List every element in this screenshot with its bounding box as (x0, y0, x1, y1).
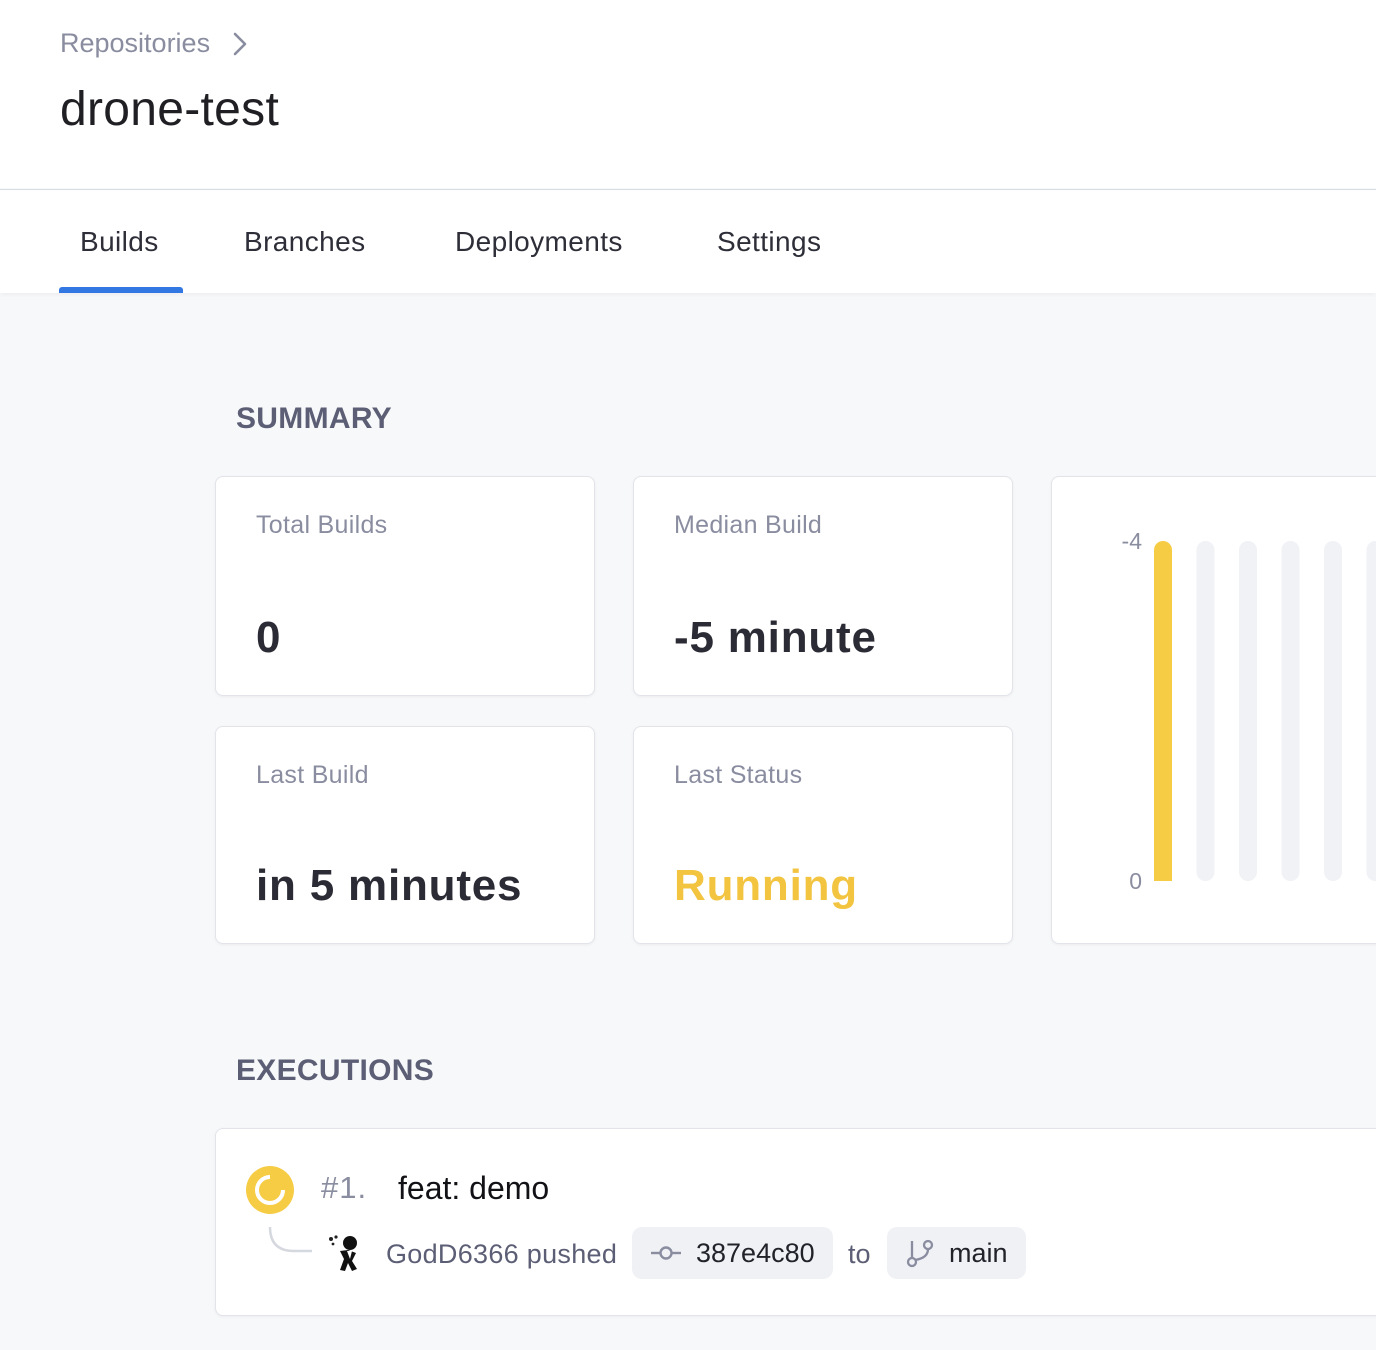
tab-branches[interactable]: Branches (244, 226, 366, 258)
build-number: #1. (321, 1170, 368, 1205)
git-branch-icon (906, 1239, 934, 1268)
chart-bar-empty[interactable] (1196, 541, 1215, 881)
commit-sha-pill[interactable]: 387e4c80 (632, 1227, 833, 1279)
last-status-card: Last Status Running (633, 726, 1013, 944)
user-avatar (329, 1235, 357, 1271)
to-label: to (848, 1239, 871, 1269)
branch-name: main (949, 1237, 1008, 1268)
total-builds-label: Total Builds (256, 511, 388, 539)
chart-bar-empty[interactable] (1281, 541, 1300, 881)
chevron-right-icon (233, 32, 247, 55)
chart-bar[interactable] (1154, 541, 1172, 881)
chart-bar-base (1154, 863, 1172, 881)
breadcrumb: Repositories (60, 28, 248, 59)
total-builds-card: Total Builds 0 (215, 476, 595, 696)
last-build-label: Last Build (256, 761, 369, 789)
y-tick-label: 0 (1129, 868, 1142, 894)
median-build-card: Median Build -5 minute (633, 476, 1013, 696)
last-status-label: Last Status (674, 761, 803, 789)
chart-bar-empty[interactable] (1239, 541, 1257, 881)
last-build-card: Last Build in 5 minutes (215, 726, 595, 944)
tab-bar: Builds Branches Deployments Settings (0, 189, 1376, 293)
tab-deployments[interactable]: Deployments (455, 226, 623, 258)
last-build-value: in 5 minutes (256, 861, 523, 910)
page-title: drone-test (60, 83, 280, 136)
total-builds-value: 0 (256, 613, 282, 662)
active-tab-indicator (59, 287, 183, 293)
build-duration-chart-card: -4 0 (1051, 476, 1376, 944)
summary-heading: SUMMARY (236, 402, 392, 435)
tab-settings[interactable]: Settings (717, 226, 821, 258)
y-tick-label: -4 (1122, 528, 1143, 554)
last-status-value: Running (674, 861, 858, 910)
breadcrumb-repositories-link[interactable]: Repositories (60, 28, 210, 59)
page-header: Repositories drone-test (0, 0, 1376, 188)
chart-bar-empty[interactable] (1324, 541, 1342, 881)
commit-sha: 387e4c80 (696, 1237, 815, 1268)
commit-author: GodD6366 pushed (386, 1239, 618, 1269)
executions-heading: EXECUTIONS (236, 1054, 435, 1087)
median-build-label: Median Build (674, 511, 823, 539)
build-message-link[interactable]: feat: demo (398, 1170, 549, 1207)
chart-bar-empty[interactable] (1366, 541, 1376, 881)
git-commit-icon (651, 1246, 681, 1260)
median-build-value: -5 minute (674, 613, 877, 662)
build-duration-chart: -4 0 (1122, 528, 1376, 894)
running-status-icon (246, 1166, 294, 1214)
execution-row[interactable]: #1. feat: demo GodD6366 pushed 387e4c80 … (215, 1128, 1376, 1316)
branch-pill[interactable]: main (887, 1227, 1026, 1279)
tab-builds[interactable]: Builds (80, 226, 159, 258)
tree-connector-line (268, 1226, 312, 1253)
